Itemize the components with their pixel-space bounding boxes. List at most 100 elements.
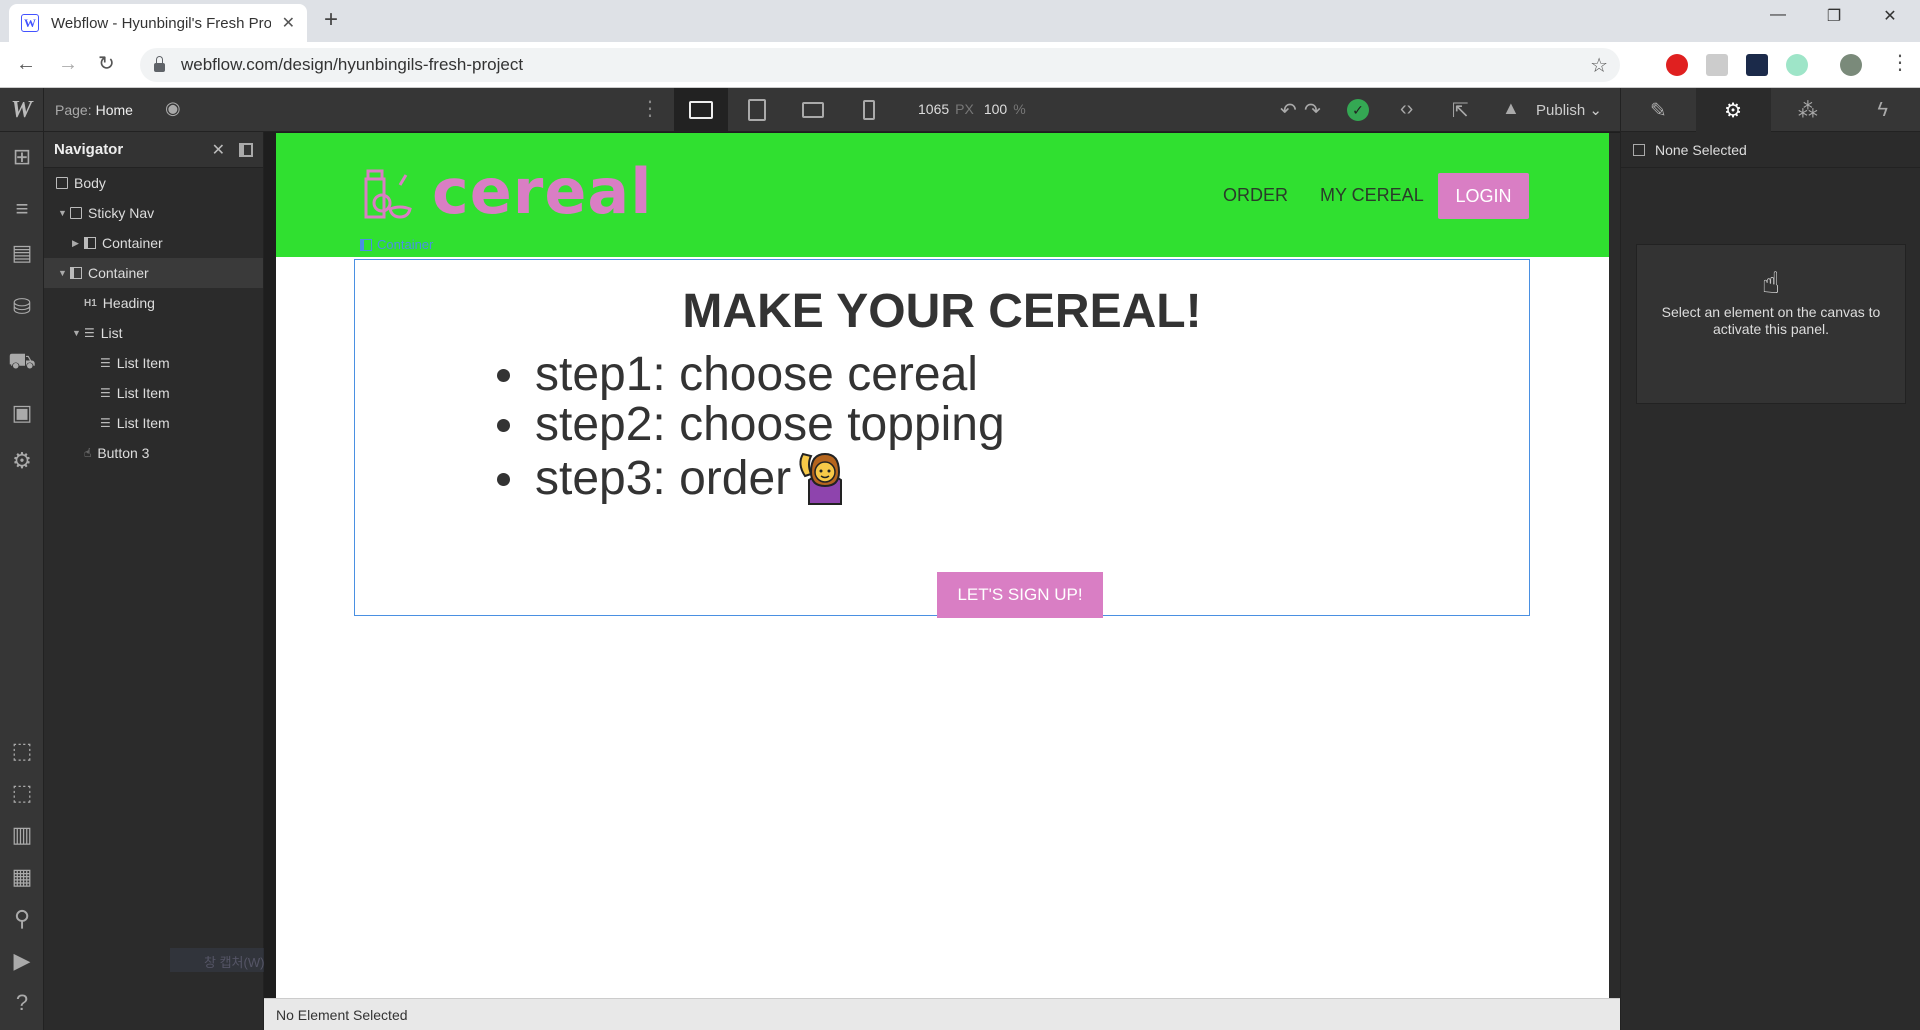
steps-list[interactable]: step1: choose cereal step2: choose toppi… [497,350,1005,508]
nav-item-container-selected[interactable]: ▼ Container [44,258,263,288]
nav-item-list-item[interactable]: ☰ List Item [44,408,263,438]
browser-menu-icon[interactable]: ⋮ [1890,52,1910,74]
settings-panel-tab[interactable]: ⚙ [1695,88,1771,132]
list-item[interactable]: step2: choose topping [497,400,1005,450]
style-manager-tab[interactable]: ⁂ [1771,88,1846,132]
selected-element-tag: Container [360,237,433,252]
nav-item-container[interactable]: ▶ Container [44,228,263,258]
ecommerce-cart-icon[interactable]: ⛟ [0,348,44,377]
style-panel-tab[interactable]: ✎ [1621,88,1696,132]
empty-panel-hint: ☝ Select an element on the canvas to act… [1636,244,1906,404]
nav-item-list-item[interactable]: ☰ List Item [44,348,263,378]
tablet-breakpoint-button[interactable] [730,88,784,132]
navigator-panel: Navigator ✕ Body ▼ Sticky Nav ▶ Container … [44,132,264,1030]
add-elements-icon[interactable]: ⊞ [0,144,44,170]
signup-button[interactable]: LET'S SIGN UP! [937,572,1103,618]
main-heading[interactable]: MAKE YOUR CEREAL! [355,284,1529,339]
nav-item-list[interactable]: ▼ ☰ List [44,318,263,348]
share-icon[interactable]: ⇱ [1452,98,1469,123]
nav-item-body[interactable]: Body [44,168,263,198]
assets-icon[interactable]: ▣ [0,400,44,426]
list-item[interactable]: step1: choose cereal [497,350,1005,400]
nav-item-label: List Item [116,385,170,401]
nav-link-order[interactable]: ORDER [1223,185,1288,206]
mobile-landscape-icon [802,102,824,118]
site-logo-text[interactable]: cereal [432,161,653,223]
minimize-button[interactable]: — [1758,6,1798,24]
nav-link-my-cereal[interactable]: MY CEREAL [1320,185,1424,206]
extension-icon[interactable] [1706,54,1728,76]
caret-right-icon[interactable]: ▶ [72,238,79,249]
gear-icon: ⚙ [1724,99,1743,122]
react-devtools-icon[interactable] [1746,54,1768,76]
nav-item-label: Container [102,235,163,251]
new-tab-button[interactable]: + [324,8,338,32]
preview-eye-icon[interactable]: ◉ [165,98,181,119]
video-tutorial-icon[interactable]: ▶ [0,948,44,974]
reload-icon[interactable]: ↻ [98,53,115,75]
design-canvas[interactable]: cereal ORDER MY CEREAL LOGIN Container M… [276,133,1609,998]
desktop-breakpoint-button[interactable] [674,88,728,132]
redo-icon[interactable]: ↷ [1304,98,1321,123]
canvas-scrollbar[interactable] [1609,133,1620,998]
bookmark-star-icon[interactable]: ☆ [1590,53,1608,78]
content-container[interactable]: MAKE YOUR CEREAL! step1: choose cereal s… [354,259,1530,618]
site-sticky-nav[interactable]: cereal ORDER MY CEREAL LOGIN Container [276,133,1609,257]
list-item-icon: ☰ [100,416,111,430]
caret-down-icon[interactable]: ▼ [58,208,67,218]
mobile-portrait-breakpoint-button[interactable] [842,88,896,132]
bullet-icon [497,472,510,486]
undo-icon[interactable]: ↶ [1280,98,1297,123]
close-window-button[interactable]: ✕ [1870,6,1910,26]
adblock-extension-icon[interactable] [1666,54,1688,76]
dock-panel-icon[interactable] [239,142,253,157]
canvas-size-readout[interactable]: 1065 PX 100% [918,101,1036,117]
breadcrumb-status-bar: No Element Selected [264,998,1620,1030]
cms-icon[interactable]: ⛁ [0,294,44,320]
help-icon[interactable]: ? [0,990,44,1016]
container-icon [70,267,82,279]
code-export-icon[interactable]: ‹› [1400,98,1413,121]
back-arrow-icon[interactable]: ← [16,53,36,75]
mobile-landscape-breakpoint-button[interactable] [786,88,840,132]
nav-item-list-item[interactable]: ☰ List Item [44,378,263,408]
grid-overlay-icon[interactable]: ▥ [0,822,44,848]
checkbox-icon [1633,143,1645,156]
profile-avatar[interactable] [1840,54,1862,76]
hint-text: Select an element on the canvas to activ… [1661,304,1881,337]
body-icon [56,177,68,189]
settings-gear-icon[interactable]: ⚙ [0,448,44,474]
extension-circle-icon[interactable] [1786,54,1808,76]
publish-button[interactable]: Publish ⌄ [1536,101,1602,119]
forward-arrow-icon[interactable]: → [58,53,78,75]
nav-item-button[interactable]: ☝ Button 3 [44,438,263,468]
login-button[interactable]: LOGIN [1438,173,1529,219]
webflow-logo-icon[interactable]: W [0,88,44,132]
interactions-tab[interactable]: ϟ [1845,88,1920,132]
caret-down-icon[interactable]: ▼ [58,268,67,278]
more-options-icon[interactable]: ⋮ [640,96,660,121]
maximize-button[interactable]: ❐ [1814,6,1854,26]
pages-icon[interactable]: ▤ [0,240,44,266]
caret-down-icon[interactable]: ▼ [72,328,81,338]
nav-item-sticky-nav[interactable]: ▼ Sticky Nav [44,198,263,228]
select-tool-icon[interactable]: ⬚ [0,738,44,764]
page-selector[interactable]: Page: Home [55,102,133,118]
tab-close-icon[interactable]: ✕ [282,13,295,33]
step-text: step1: choose cereal [535,348,978,401]
browser-tab[interactable]: W Webflow - Hyunbingil's Fresh Project ✕ [9,4,307,42]
preview-selection-icon[interactable]: ⬚ [0,780,44,806]
zoom-value: 100 [983,101,1008,117]
navigator-icon[interactable]: ≡ [0,196,44,222]
collapse-all-icon[interactable]: ✕ [212,140,225,160]
url-omnibox[interactable]: webflow.com/design/hyunbingils-fresh-pro… [140,48,1620,82]
nav-item-label: Body [74,175,106,191]
list-item[interactable]: step3: order [497,450,1005,508]
search-icon[interactable]: ⚲ [0,906,44,932]
nav-item-heading[interactable]: H1 Heading [44,288,263,318]
step-text: step3: order [535,452,792,505]
layout-icon[interactable]: ▦ [0,864,44,890]
section-icon [70,207,82,219]
tablet-icon [748,99,766,121]
lightning-icon: ϟ [1877,98,1888,121]
